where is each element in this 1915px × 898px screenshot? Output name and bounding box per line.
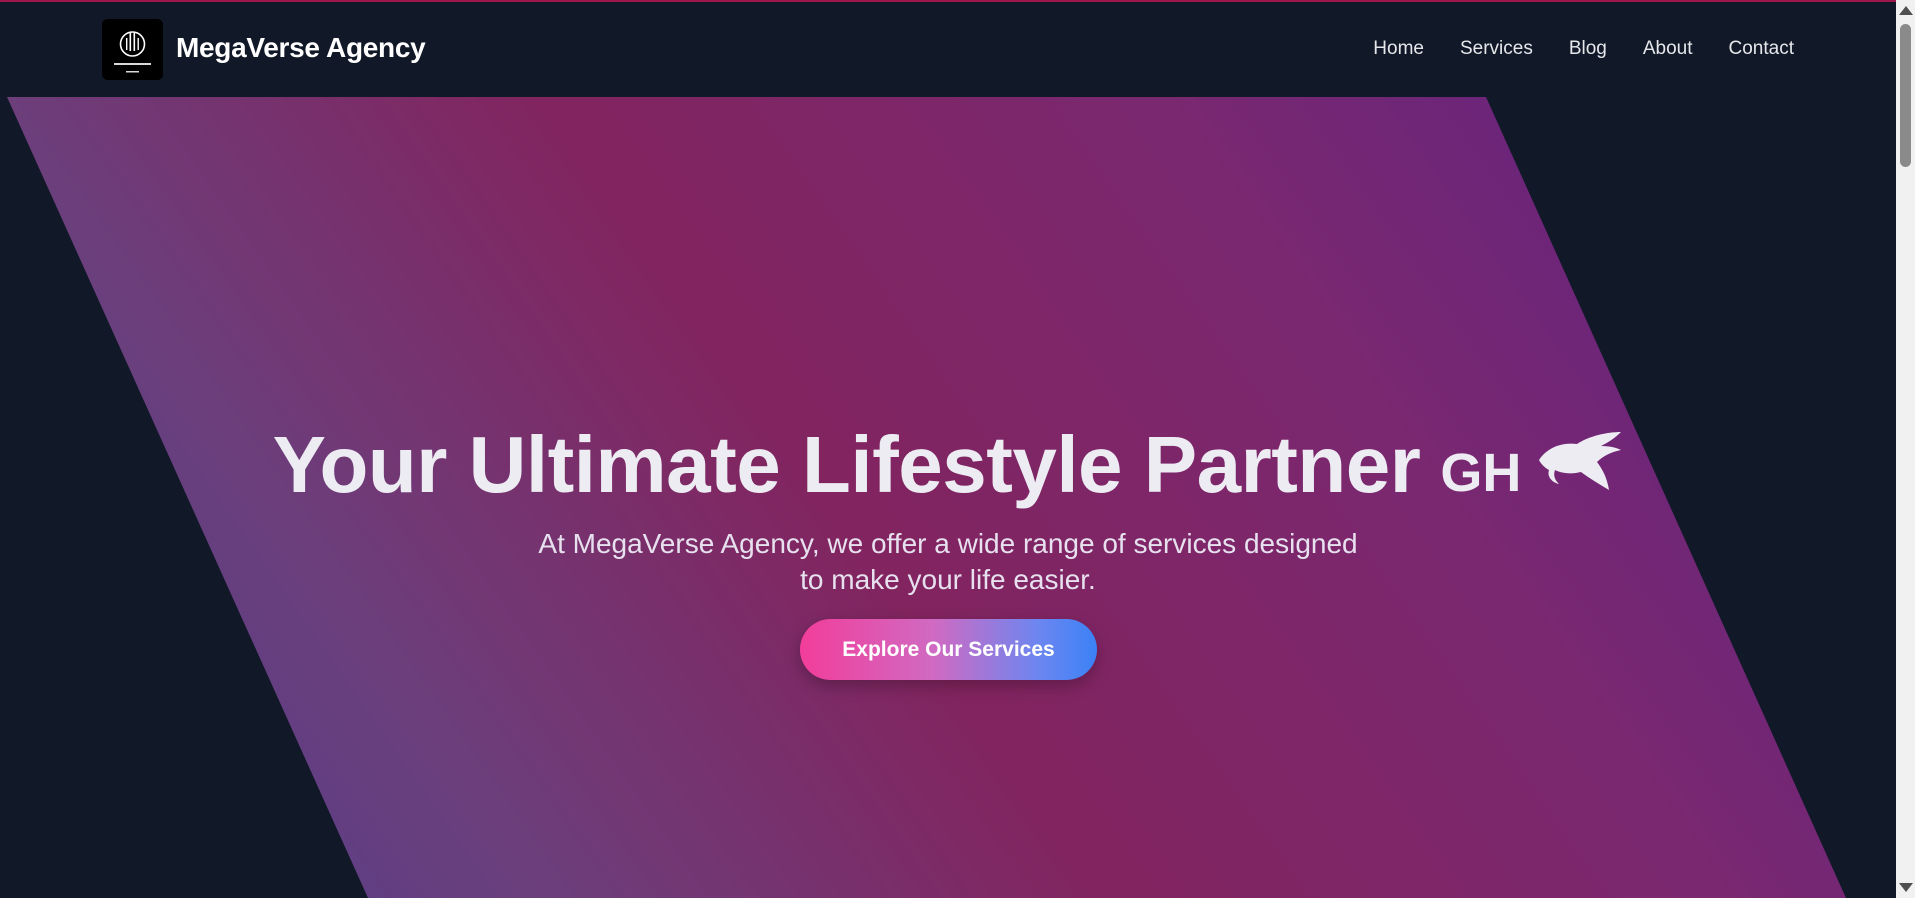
top-accent-line: [0, 0, 1896, 2]
hero-subtitle: At MegaVerse Agency, we offer a wide ran…: [0, 526, 1896, 598]
hero-section: Your Ultimate Lifestyle Partner GH At Meg…: [0, 97, 1896, 898]
main-nav: Home Services Blog About Contact: [1337, 36, 1794, 62]
hero-flag-text: GH: [1440, 443, 1522, 503]
eagle-icon: [1537, 430, 1623, 500]
scroll-thumb[interactable]: [1900, 24, 1911, 167]
hero-title-text: Your Ultimate Lifestyle Partner: [272, 420, 1421, 509]
scroll-up-arrow-icon[interactable]: [1899, 6, 1913, 15]
nav-about[interactable]: About: [1643, 36, 1693, 62]
site-header: MegaVerse Agency Home Services Blog Abou…: [0, 0, 1896, 97]
explore-services-button[interactable]: Explore Our Services: [800, 619, 1097, 680]
nav-blog[interactable]: Blog: [1569, 36, 1607, 62]
vertical-scrollbar[interactable]: [1896, 0, 1915, 898]
nav-services[interactable]: Services: [1460, 36, 1533, 62]
page: MegaVerse Agency Home Services Blog Abou…: [0, 0, 1915, 898]
hero-subtitle-line-1: At MegaVerse Agency, we offer a wide ran…: [538, 528, 1358, 559]
logo-icon[interactable]: [102, 19, 163, 80]
scroll-down-arrow-icon[interactable]: [1899, 883, 1913, 892]
nav-contact[interactable]: Contact: [1729, 36, 1794, 62]
brand-name[interactable]: MegaVerse Agency: [176, 30, 426, 66]
hero-subtitle-line-2: to make your life easier.: [800, 564, 1096, 595]
hero-title: Your Ultimate Lifestyle Partner GH: [0, 417, 1896, 513]
nav-home[interactable]: Home: [1373, 36, 1424, 62]
